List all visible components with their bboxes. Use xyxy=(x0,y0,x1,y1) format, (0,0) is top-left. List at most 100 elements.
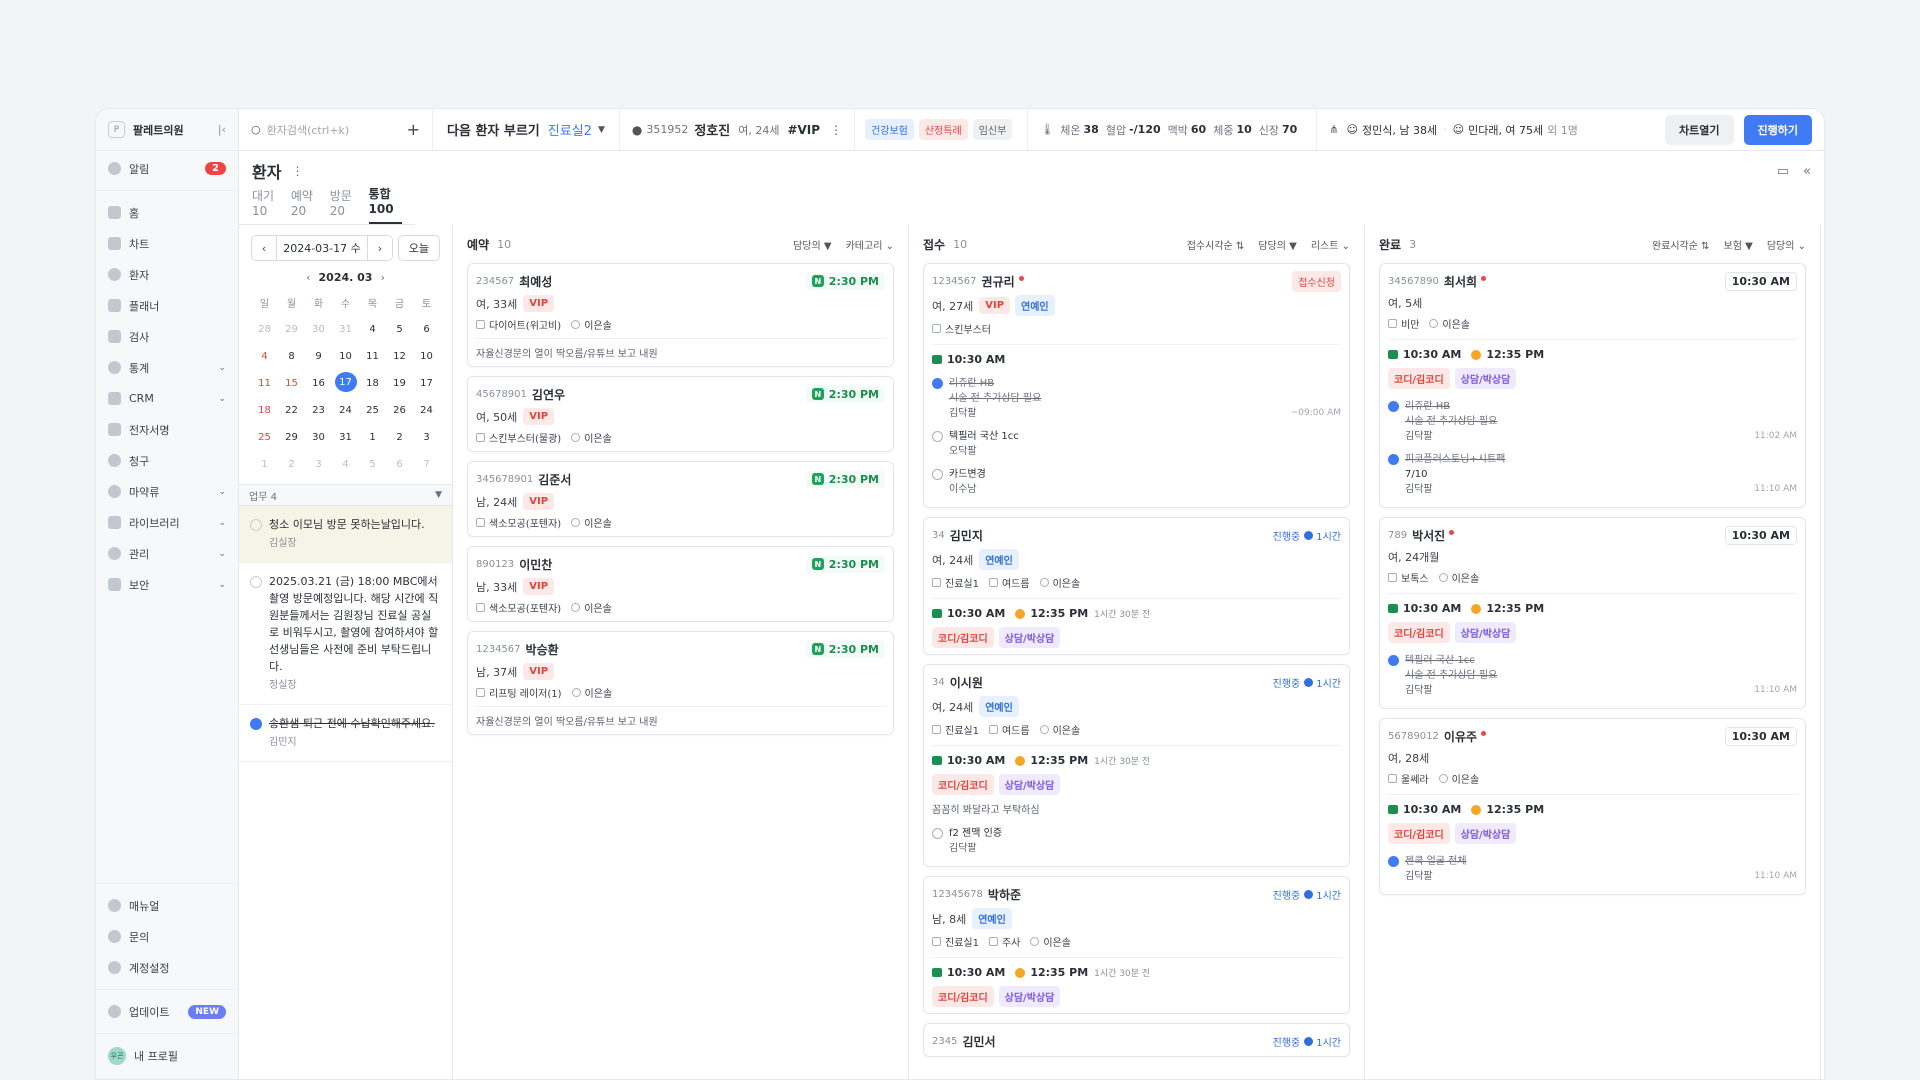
calendar-day[interactable]: 19 xyxy=(386,373,413,393)
reservation-card[interactable]: 45678901 김연우 N 2:30 PM 여, 50세 VIP 스킨부스터(물광) 이… xyxy=(467,376,894,452)
family-info[interactable]: ⋔ ☺ 정민식, 남 38세 · ☺ 민다래, 여 75세 외 1명 xyxy=(1317,109,1590,150)
calendar-day[interactable]: 29 xyxy=(278,427,305,447)
view-list[interactable]: 리스트 ⌄ xyxy=(1311,237,1350,252)
calendar-day[interactable]: 1 xyxy=(359,427,386,447)
sidebar-item-billing[interactable]: 청구 xyxy=(96,445,238,476)
completed-card[interactable]: 789 박서진 10:30 AM 여, 24개월 보톡스 이은솔 10:30 AM 12… xyxy=(1379,517,1806,709)
tab-reservation[interactable]: 예약 20 xyxy=(291,187,318,224)
filter-insurance[interactable]: 보험 ▼ xyxy=(1724,237,1753,252)
reception-card[interactable]: 34 이시원 진행중 1시간 여, 24세 연예인 진료실1 여드름 이은솔 10:30 A… xyxy=(923,664,1350,867)
calendar-day[interactable]: 1 xyxy=(251,454,278,474)
sidebar-item-account-settings[interactable]: 계정설정 xyxy=(96,952,238,983)
checklist-item[interactable]: 카드변경 이수남 xyxy=(932,463,1341,501)
checklist-item[interactable]: 리쥬란 HB 시술 전 추가상담 필요 김닥팔 ~09:00 AM xyxy=(932,372,1341,425)
check-circle-icon[interactable] xyxy=(1388,856,1399,867)
call-next-patient[interactable]: 다음 환자 부르기 진료실2 ▼ xyxy=(433,109,620,150)
today-button[interactable]: 오늘 xyxy=(397,235,440,261)
filter-category[interactable]: 카테고리 ⌄ xyxy=(846,237,894,252)
sidebar-item-manual[interactable]: 매뉴얼 xyxy=(96,890,238,921)
next-month-icon[interactable]: › xyxy=(380,271,384,284)
tab-integrated[interactable]: 통합 100 xyxy=(368,185,402,224)
sort-completed-time[interactable]: 완료시각순 ⇅ xyxy=(1652,237,1710,252)
tab-visit[interactable]: 방문 20 xyxy=(330,187,357,224)
calendar-day[interactable]: 17 xyxy=(413,373,440,393)
calendar-day[interactable]: 30 xyxy=(305,319,332,339)
calendar-day[interactable]: 4 xyxy=(251,346,278,366)
filter-doctor[interactable]: 담당의 ▼ xyxy=(793,237,832,252)
sidebar-item-test[interactable]: 검사 xyxy=(96,321,238,352)
calendar-day[interactable]: 2 xyxy=(278,454,305,474)
filter-doctor[interactable]: 담당의 ▼ xyxy=(1258,237,1297,252)
sidebar-item-planner[interactable]: 플래너 xyxy=(96,290,238,321)
reception-card[interactable]: 1234567 권규리 접수신청 여, 27세 VIP 연예인 스킨부스터 10:30 … xyxy=(923,263,1350,508)
sidebar-item-narcotics[interactable]: 마약류 ⌄ xyxy=(96,476,238,507)
check-circle-icon[interactable] xyxy=(932,431,943,442)
checklist-item[interactable]: 젠쿡 얼굴 전체 김닥팔 11:10 AM xyxy=(1388,850,1797,888)
reservation-card[interactable]: 345678901 김준서 N 2:30 PM 남, 24세 VIP 색소모공(포텐자)… xyxy=(467,461,894,537)
check-circle-icon[interactable] xyxy=(1388,655,1399,666)
sidebar-item-profile[interactable]: 우곤 내 프로필 xyxy=(96,1040,238,1071)
checklist-item[interactable]: 리쥬란 HB 시술 전 추가상담 필요 김닥팔 11:02 AM xyxy=(1388,395,1797,448)
sidebar-item-alerts[interactable]: 알림 2 xyxy=(96,153,238,184)
monitor-icon[interactable]: ▭ xyxy=(1777,164,1789,179)
completed-card[interactable]: 56789012 이유주 10:30 AM 여, 28세 울쎄라 이은솔 10:30 … xyxy=(1379,718,1806,895)
calendar-day[interactable]: 6 xyxy=(386,454,413,474)
sidebar-collapse-icon[interactable]: |‹ xyxy=(218,123,226,136)
calendar-day[interactable]: 18 xyxy=(251,400,278,420)
prev-date-button[interactable]: ‹ xyxy=(252,236,276,260)
check-circle-icon[interactable] xyxy=(1388,454,1399,465)
checklist-item[interactable]: f2 젠맥 인증 김닥팔 xyxy=(932,822,1341,860)
calendar-day[interactable]: 4 xyxy=(359,319,386,339)
calendar-day[interactable]: 5 xyxy=(386,319,413,339)
calendar-day[interactable]: 4 xyxy=(332,454,359,474)
check-circle-icon[interactable] xyxy=(1388,401,1399,412)
sidebar-item-chart[interactable]: 차트 xyxy=(96,228,238,259)
calendar-day[interactable]: 10 xyxy=(332,346,359,366)
calendar-day[interactable]: 24 xyxy=(413,400,440,420)
calendar-day[interactable]: 7 xyxy=(413,454,440,474)
completed-card[interactable]: 34567890 최서희 10:30 AM 여, 5세 비만 이은솔 10:30 AM… xyxy=(1379,263,1806,508)
reception-card[interactable]: 12345678 박하준 진행중 1시간 남, 8세 연예인 진료실1 주사 이은솔 10:… xyxy=(923,876,1350,1014)
prev-month-icon[interactable]: ‹ xyxy=(306,271,310,284)
sidebar-item-library[interactable]: 라이브러리 ⌄ xyxy=(96,507,238,538)
calendar-day[interactable]: 31 xyxy=(332,319,359,339)
calendar-day[interactable]: 8 xyxy=(278,346,305,366)
tab-waiting[interactable]: 대기 10 xyxy=(252,187,279,224)
calendar-day[interactable]: 31 xyxy=(332,427,359,447)
calendar-day[interactable]: 23 xyxy=(305,400,332,420)
calendar-day[interactable]: 2 xyxy=(386,427,413,447)
calendar-day[interactable]: 28 xyxy=(251,319,278,339)
sidebar-item-admin[interactable]: 관리 ⌄ xyxy=(96,538,238,569)
reservation-card[interactable]: 890123 이민찬 N 2:30 PM 남, 33세 VIP 색소모공(포텐자) 이은솔 xyxy=(467,546,894,622)
checklist-item[interactable]: 텍필러 국산 1cc 오닥팔 xyxy=(932,425,1341,463)
reservation-card[interactable]: 234567 최예성 N 2:30 PM 여, 33세 VIP 다이어트(위고비) 이은솔… xyxy=(467,263,894,367)
calendar-day[interactable]: 5 xyxy=(359,454,386,474)
sidebar-item-esign[interactable]: 전자서명 xyxy=(96,414,238,445)
sidebar-item-stats[interactable]: 통계 ⌄ xyxy=(96,352,238,383)
calendar-day[interactable]: 12 xyxy=(386,346,413,366)
next-date-button[interactable]: › xyxy=(368,236,392,260)
calendar-day[interactable]: 3 xyxy=(413,427,440,447)
more-vertical-icon[interactable]: ⋮ xyxy=(830,123,842,137)
filter-doctor[interactable]: 담당의 ⌄ xyxy=(1767,237,1806,252)
current-patient[interactable]: ● 351952 정호진 여, 24세 #VIP ⋮ xyxy=(620,109,856,150)
patient-search[interactable]: ○ 환자검색(ctrl+k) + xyxy=(239,109,433,150)
collapse-double-icon[interactable]: « xyxy=(1803,164,1811,179)
calendar-day[interactable]: 3 xyxy=(305,454,332,474)
calendar-day[interactable]: 29 xyxy=(278,319,305,339)
calendar-day[interactable]: 15 xyxy=(278,373,305,393)
task-item[interactable]: 청소 이모님 방문 못하는날입니다. 김실장 xyxy=(239,506,452,563)
calendar-day[interactable]: 11 xyxy=(251,373,278,393)
calendar-day[interactable]: 18 xyxy=(359,373,386,393)
reception-card[interactable]: 2345 김민서 진행중 1시간 xyxy=(923,1023,1350,1057)
check-circle-icon[interactable] xyxy=(932,828,943,839)
check-circle-icon[interactable] xyxy=(932,469,943,480)
calendar-day[interactable]: 25 xyxy=(359,400,386,420)
sidebar-item-inquiry[interactable]: 문의 xyxy=(96,921,238,952)
calendar-day[interactable]: 22 xyxy=(278,400,305,420)
task-checkbox-checked[interactable] xyxy=(250,718,262,730)
checklist-item[interactable]: 텍필러 국산 1cc 시술 전 추가상담 필요 김닥팔 11:10 AM xyxy=(1388,649,1797,702)
reception-card[interactable]: 34 김민지 진행중 1시간 여, 24세 연예인 진료실1 여드름 이은솔 10:30 A… xyxy=(923,517,1350,655)
task-item[interactable]: 2025.03.21 (금) 18:00 MBC에서 촬영 방문예정입니다. 해… xyxy=(239,563,452,705)
open-chart-button[interactable]: 차트열기 xyxy=(1665,114,1734,145)
